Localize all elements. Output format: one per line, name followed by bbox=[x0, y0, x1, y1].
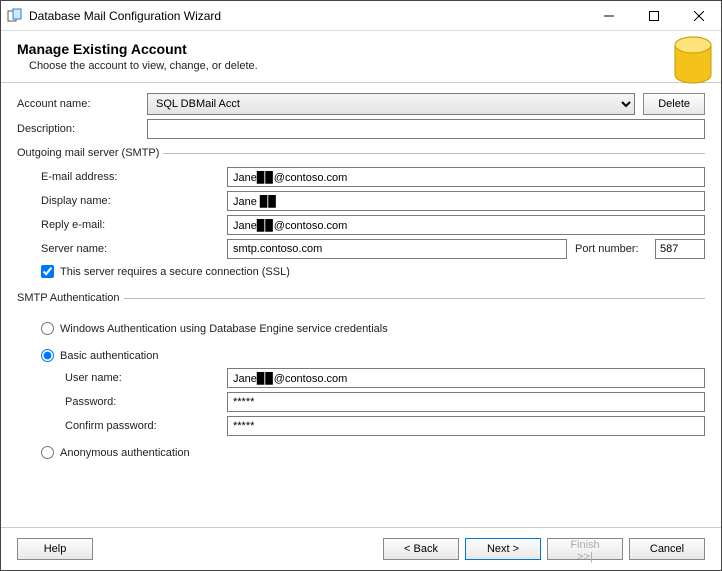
windows-auth-label: Windows Authentication using Database En… bbox=[60, 323, 388, 335]
window-buttons bbox=[586, 1, 721, 30]
cancel-button[interactable]: Cancel bbox=[629, 538, 705, 560]
email-label: E-mail address: bbox=[17, 171, 227, 183]
port-input[interactable] bbox=[655, 239, 705, 259]
display-name-label: Display name: bbox=[17, 195, 227, 207]
username-input[interactable] bbox=[227, 368, 705, 388]
database-icon bbox=[655, 31, 715, 82]
display-name-input[interactable] bbox=[227, 191, 705, 211]
windows-auth-radio[interactable] bbox=[41, 322, 54, 335]
port-label: Port number: bbox=[567, 243, 655, 255]
email-input[interactable] bbox=[227, 167, 705, 187]
confirm-password-input[interactable] bbox=[227, 416, 705, 436]
description-label: Description: bbox=[17, 123, 147, 135]
ssl-checkbox[interactable] bbox=[41, 265, 54, 278]
basic-auth-radio[interactable] bbox=[41, 349, 54, 362]
server-name-input[interactable] bbox=[227, 239, 567, 259]
smtp-group: Outgoing mail server (SMTP) E-mail addre… bbox=[17, 147, 705, 284]
help-button[interactable]: Help bbox=[17, 538, 93, 560]
app-icon bbox=[7, 8, 23, 24]
window-title: Database Mail Configuration Wizard bbox=[29, 9, 586, 23]
minimize-button[interactable] bbox=[586, 1, 631, 30]
reply-email-label: Reply e-mail: bbox=[17, 219, 227, 231]
basic-auth-label: Basic authentication bbox=[60, 350, 158, 362]
wizard-window: Database Mail Configuration Wizard Manag… bbox=[0, 0, 722, 571]
close-button[interactable] bbox=[676, 1, 721, 30]
account-name-label: Account name: bbox=[17, 98, 147, 110]
smtp-legend: Outgoing mail server (SMTP) bbox=[17, 147, 163, 159]
password-input[interactable] bbox=[227, 392, 705, 412]
confirm-password-label: Confirm password: bbox=[41, 420, 227, 432]
maximize-button[interactable] bbox=[631, 1, 676, 30]
wizard-footer: Help < Back Next > Finish >>| Cancel bbox=[1, 527, 721, 570]
anonymous-auth-radio[interactable] bbox=[41, 446, 54, 459]
reply-email-input[interactable] bbox=[227, 215, 705, 235]
password-label: Password: bbox=[41, 396, 227, 408]
titlebar: Database Mail Configuration Wizard bbox=[1, 1, 721, 31]
server-name-label: Server name: bbox=[17, 243, 227, 255]
page-title: Manage Existing Account bbox=[17, 41, 258, 57]
auth-legend: SMTP Authentication bbox=[17, 292, 124, 304]
page-subtitle: Choose the account to view, change, or d… bbox=[29, 60, 258, 72]
anonymous-auth-label: Anonymous authentication bbox=[60, 447, 190, 459]
basic-auth-fields: User name: Password: Confirm password: bbox=[41, 368, 705, 436]
description-input[interactable] bbox=[147, 119, 705, 139]
wizard-header: Manage Existing Account Choose the accou… bbox=[1, 31, 721, 83]
content-area: Account name: SQL DBMail Acct Delete Des… bbox=[1, 83, 721, 527]
username-label: User name: bbox=[41, 372, 227, 384]
account-name-select[interactable]: SQL DBMail Acct bbox=[147, 93, 635, 115]
next-button[interactable]: Next > bbox=[465, 538, 541, 560]
back-button[interactable]: < Back bbox=[383, 538, 459, 560]
ssl-label: This server requires a secure connection… bbox=[60, 266, 290, 278]
delete-button[interactable]: Delete bbox=[643, 93, 705, 115]
auth-group: SMTP Authentication Windows Authenticati… bbox=[17, 292, 705, 465]
finish-button[interactable]: Finish >>| bbox=[547, 538, 623, 560]
